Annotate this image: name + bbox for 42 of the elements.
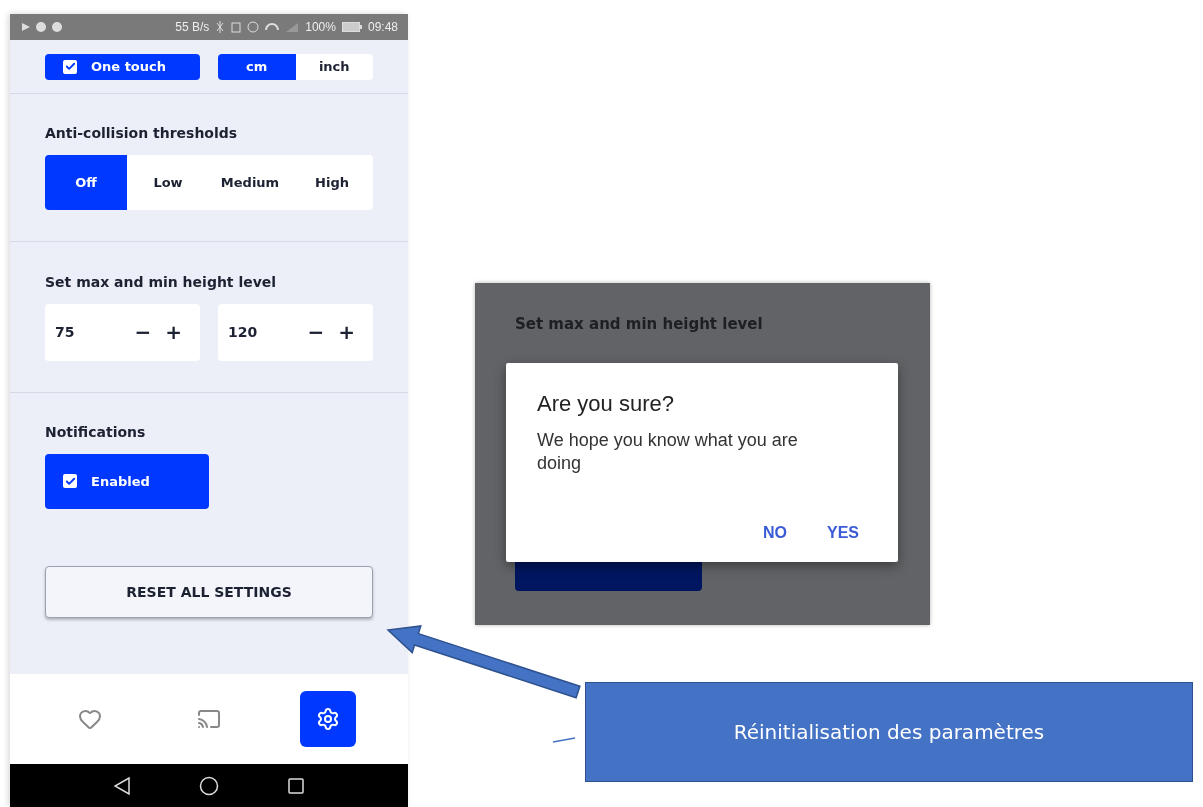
- unit-option[interactable]: inch: [295, 53, 373, 80]
- clock: 09:48: [367, 20, 398, 34]
- increase-button[interactable]: +: [163, 320, 184, 344]
- callout-box: Réinitialisation des paramètres: [585, 682, 1193, 782]
- dialog-button[interactable]: NO: [763, 524, 787, 542]
- settings-icon: [316, 707, 341, 731]
- leader-line: [552, 737, 576, 743]
- section-title: Set max and min height level: [515, 315, 763, 333]
- vibrate-icon: [231, 21, 242, 33]
- nav-button[interactable]: [300, 691, 357, 747]
- notifications-toggle[interactable]: Enabled: [45, 453, 209, 509]
- section-title: Set max and min height level: [45, 273, 278, 290]
- unit-option[interactable]: cm: [218, 53, 296, 80]
- check-icon: [64, 61, 76, 72]
- heart-icon: [77, 707, 102, 731]
- height-value: 75: [55, 324, 76, 340]
- check-icon: [64, 475, 76, 487]
- back-icon[interactable]: [114, 776, 131, 795]
- threshold-option[interactable]: Low: [127, 155, 209, 210]
- section-title: Anti-collision thresholds: [45, 125, 239, 141]
- dialog-title: Are you sure?: [537, 391, 675, 417]
- one-touch-toggle[interactable]: One touch: [45, 53, 200, 80]
- home-icon[interactable]: [199, 775, 219, 796]
- increase-button[interactable]: +: [336, 320, 357, 344]
- threshold-option[interactable]: High: [291, 155, 373, 210]
- reset-all-settings-button[interactable]: RESET ALL SETTINGS: [45, 566, 373, 618]
- threshold-option[interactable]: Off: [45, 155, 127, 210]
- alarm-icon: [247, 21, 260, 33]
- cast-icon: [197, 707, 221, 731]
- decrease-button[interactable]: −: [132, 320, 154, 344]
- battery-icon: [341, 22, 362, 32]
- section-title: Notifications: [45, 423, 147, 440]
- threshold-option[interactable]: Medium: [209, 155, 291, 210]
- dialog-button[interactable]: YES: [827, 524, 859, 542]
- signal-icon: [285, 21, 300, 33]
- battery-percent: 100%: [305, 20, 336, 34]
- decrease-button[interactable]: −: [305, 320, 327, 344]
- height-value: 120: [228, 324, 259, 340]
- recents-icon[interactable]: [287, 777, 304, 794]
- bluetooth-icon: [215, 21, 226, 33]
- dialog-message: We hope you know what you are doing: [537, 429, 799, 476]
- network-speed: 55 B/s: [175, 20, 210, 34]
